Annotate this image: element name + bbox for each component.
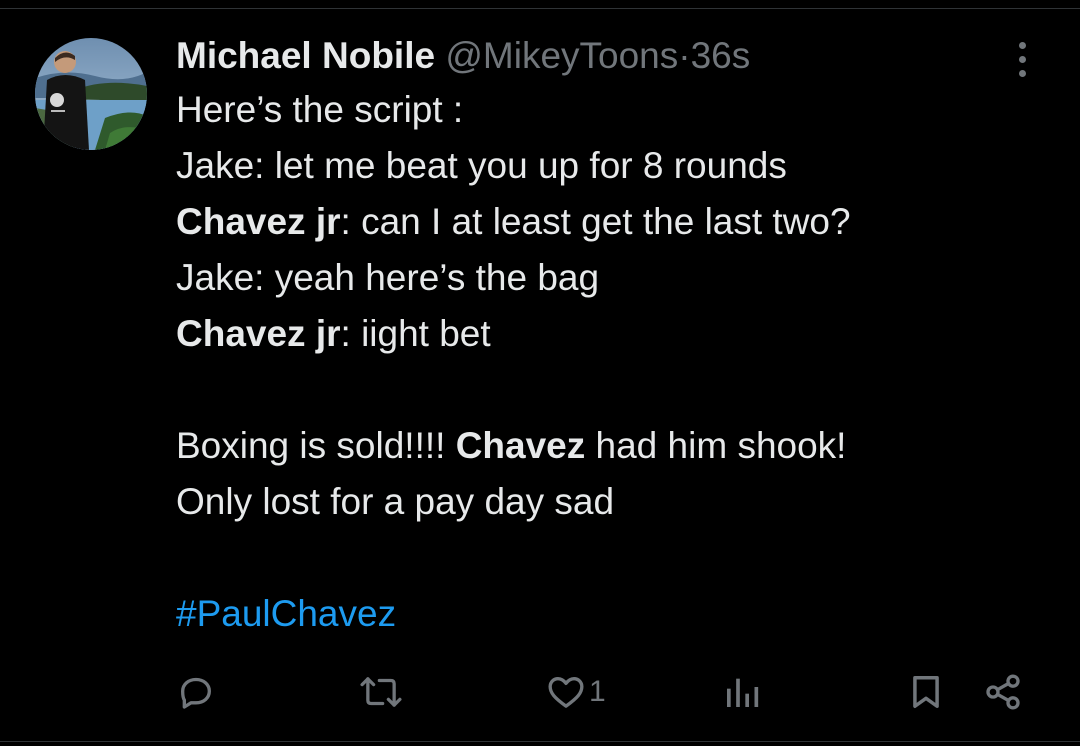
- tweet-line: Here’s the script :: [176, 89, 464, 130]
- tweet-line: Chavez jr: iight bet: [176, 313, 491, 354]
- top-divider: [0, 0, 1080, 9]
- tweet-header: Michael Nobile @MikeyToons·36s: [176, 30, 996, 82]
- action-bar: 1: [0, 662, 1080, 722]
- bottom-divider: [0, 741, 1080, 746]
- timestamp[interactable]: 36s: [691, 35, 751, 76]
- views-button[interactable]: [722, 662, 762, 722]
- heart-icon: [548, 677, 584, 708]
- more-options-icon[interactable]: [1010, 40, 1036, 80]
- tweet-content: Michael Nobile @MikeyToons·36s Here’s th…: [176, 30, 996, 642]
- avatar[interactable]: [35, 38, 147, 150]
- tweet-line: Jake: yeah here’s the bag: [176, 257, 600, 298]
- retweet-button[interactable]: [358, 662, 404, 722]
- tweet-text: Here’s the script : Jake: let me beat yo…: [176, 82, 996, 642]
- tweet-line: Boxing is sold!!!! Chavez had him shook!: [176, 425, 847, 466]
- reply-button[interactable]: [176, 662, 216, 722]
- share-button[interactable]: [982, 662, 1024, 722]
- bookmark-button[interactable]: [907, 662, 945, 722]
- tweet-line: Only lost for a pay day sad: [176, 481, 615, 522]
- tweet-line: Chavez jr: can I at least get the last t…: [176, 201, 851, 242]
- tweet-line: Jake: let me beat you up for 8 rounds: [176, 145, 787, 186]
- author-name[interactable]: Michael Nobile: [176, 35, 435, 76]
- hashtag-link[interactable]: #PaulChavez: [176, 586, 996, 642]
- bookmark-icon: [913, 676, 939, 708]
- author-handle[interactable]: @MikeyToons: [445, 35, 678, 76]
- views-icon: [727, 678, 759, 707]
- separator-dot: ·: [678, 35, 691, 76]
- reply-icon: [181, 677, 211, 709]
- retweet-icon: [360, 677, 402, 707]
- like-button[interactable]: 1: [545, 662, 606, 722]
- share-icon: [986, 674, 1020, 710]
- like-count: 1: [589, 675, 606, 708]
